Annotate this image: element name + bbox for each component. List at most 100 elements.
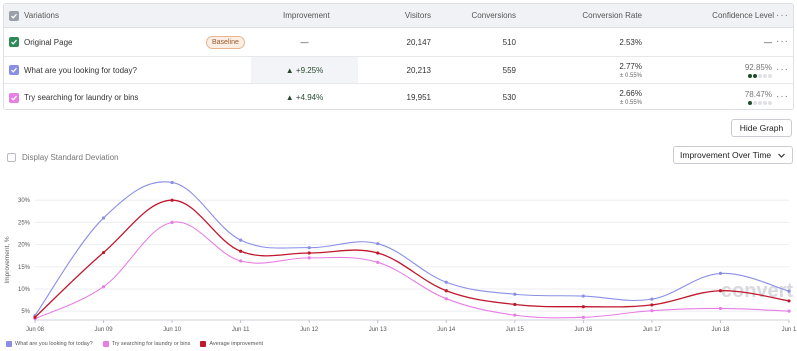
variation-name[interactable]: What are you looking for today? xyxy=(24,57,137,83)
legend-label: Average improvement xyxy=(209,341,264,347)
y-axis-ticks: 5% 10% 15% 20% 25% 30% xyxy=(18,198,31,315)
series-line xyxy=(34,181,790,316)
legend-item[interactable]: Try searching for laundry or bins xyxy=(102,341,190,347)
y-axis-label: Improvement, % xyxy=(4,236,11,284)
legend-label: What are you looking for today? xyxy=(15,341,93,347)
row-checkbox[interactable] xyxy=(9,37,19,47)
chart-series xyxy=(33,180,791,321)
hide-graph-button[interactable]: Hide Graph xyxy=(731,119,792,137)
y-tick-label: 5% xyxy=(21,309,30,315)
data-point[interactable] xyxy=(581,294,585,298)
improvement-value: ▲ +4.94% xyxy=(285,93,324,102)
confidence-value: 92.85% xyxy=(744,62,772,72)
data-point[interactable] xyxy=(581,305,585,309)
data-point[interactable] xyxy=(650,309,654,313)
data-point[interactable] xyxy=(33,315,37,319)
data-point[interactable] xyxy=(581,315,585,319)
data-point[interactable] xyxy=(376,242,380,246)
table-row-variation-2: Try searching for laundry or bins ▲ +4.9… xyxy=(4,84,793,109)
series-line xyxy=(34,199,790,318)
series-0 xyxy=(33,180,791,318)
data-point[interactable] xyxy=(170,198,174,202)
header-confidence-level[interactable]: Confidence Level xyxy=(664,4,774,27)
header-more-icon[interactable]: ··· xyxy=(776,10,789,21)
visitors-value: 20,147 xyxy=(406,37,431,47)
std-checkbox[interactable] xyxy=(7,153,16,162)
header-variations: Variations xyxy=(24,11,59,20)
visitors-value: 19,951 xyxy=(406,93,431,102)
variation-name[interactable]: Original Page xyxy=(24,28,72,56)
conversion-rate-error: ± 0.55% xyxy=(620,72,642,79)
baseline-badge: Baseline xyxy=(206,36,245,49)
y-tick-label: 25% xyxy=(18,220,31,226)
data-point[interactable] xyxy=(170,220,174,224)
data-point[interactable] xyxy=(718,306,723,311)
data-point[interactable] xyxy=(376,251,380,255)
x-tick-label: Jun 08 xyxy=(26,327,45,333)
data-point[interactable] xyxy=(239,249,243,253)
row-more-icon[interactable]: ··· xyxy=(776,36,789,47)
y-tick-label: 15% xyxy=(18,265,31,271)
data-point[interactable] xyxy=(444,297,448,301)
x-axis-ticks: Jun 08 Jun 09 Jun 10 Jun 11 Jun 12 Jun 13 Jun … xyxy=(26,320,797,333)
data-point[interactable] xyxy=(513,292,517,296)
data-point[interactable] xyxy=(239,238,243,242)
data-point[interactable] xyxy=(787,299,791,303)
data-point[interactable] xyxy=(307,246,311,250)
table-row-variation-1: What are you looking for today? ▲ +9.25%… xyxy=(4,57,793,84)
improvement-value: ▲ +9.25% xyxy=(285,65,324,75)
data-point[interactable] xyxy=(513,302,517,307)
data-point[interactable] xyxy=(718,271,723,276)
data-point[interactable] xyxy=(101,285,106,289)
data-point[interactable] xyxy=(787,289,791,293)
variation-name[interactable]: Try searching for laundry or bins xyxy=(24,84,138,109)
row-checkbox[interactable] xyxy=(9,92,19,103)
conversion-rate-error: ± 0.55% xyxy=(620,100,642,106)
header-visitors[interactable]: Visitors xyxy=(359,4,431,27)
data-point[interactable] xyxy=(376,260,380,264)
chart-grid xyxy=(35,199,789,321)
visitors-value: 20,213 xyxy=(406,65,431,75)
conversions-value: 530 xyxy=(502,93,516,102)
x-tick-label: Jun 18 xyxy=(711,327,730,333)
conversion-rate-value: 2.77% xyxy=(619,61,642,71)
display-std-toggle[interactable]: Display Standard Deviation xyxy=(7,153,119,162)
legend-item[interactable]: Average improvement xyxy=(200,341,263,347)
select-all-checkbox[interactable] xyxy=(9,10,19,21)
row-checkbox[interactable] xyxy=(9,65,19,75)
chevron-down-icon xyxy=(778,153,785,158)
conversion-rate-value: 2.53% xyxy=(619,37,642,47)
data-point[interactable] xyxy=(239,259,243,263)
data-point[interactable] xyxy=(787,309,791,313)
data-point[interactable] xyxy=(307,256,311,260)
row-more-icon[interactable]: ··· xyxy=(776,91,789,102)
graph-mode-select[interactable]: Improvement Over Time xyxy=(673,146,793,164)
data-point[interactable] xyxy=(513,313,517,317)
header-conversion-rate[interactable]: Conversion Rate xyxy=(544,4,642,27)
variations-table: Variations Improvement Visitors Conversi… xyxy=(3,3,794,110)
legend-item[interactable]: What are you looking for today? xyxy=(6,341,93,347)
x-tick-label: Jun 1 xyxy=(782,327,797,333)
data-point[interactable] xyxy=(718,289,723,293)
data-point[interactable] xyxy=(650,303,654,307)
data-point[interactable] xyxy=(307,251,311,255)
row-more-icon[interactable]: ··· xyxy=(776,64,789,75)
header-conversions[interactable]: Conversions xyxy=(434,4,516,27)
header-improvement[interactable]: Improvement xyxy=(283,4,330,27)
data-point[interactable] xyxy=(170,180,174,185)
conversions-value: 510 xyxy=(502,37,516,47)
x-tick-label: Jun 12 xyxy=(300,327,319,333)
x-tick-label: Jun 10 xyxy=(163,327,182,333)
conversion-rate-value: 2.66% xyxy=(619,89,642,98)
data-point[interactable] xyxy=(444,289,448,293)
x-tick-label: Jun 13 xyxy=(369,327,388,333)
conversions-value: 559 xyxy=(502,65,516,75)
data-point[interactable] xyxy=(101,250,106,255)
data-point[interactable] xyxy=(650,297,654,301)
confidence-dots xyxy=(748,73,772,78)
confidence-value: 78.47% xyxy=(744,90,772,99)
x-tick-label: Jun 09 xyxy=(95,327,114,333)
data-point[interactable] xyxy=(101,216,106,220)
data-point[interactable] xyxy=(444,280,448,284)
confidence-cell: 78.47% xyxy=(664,84,772,109)
